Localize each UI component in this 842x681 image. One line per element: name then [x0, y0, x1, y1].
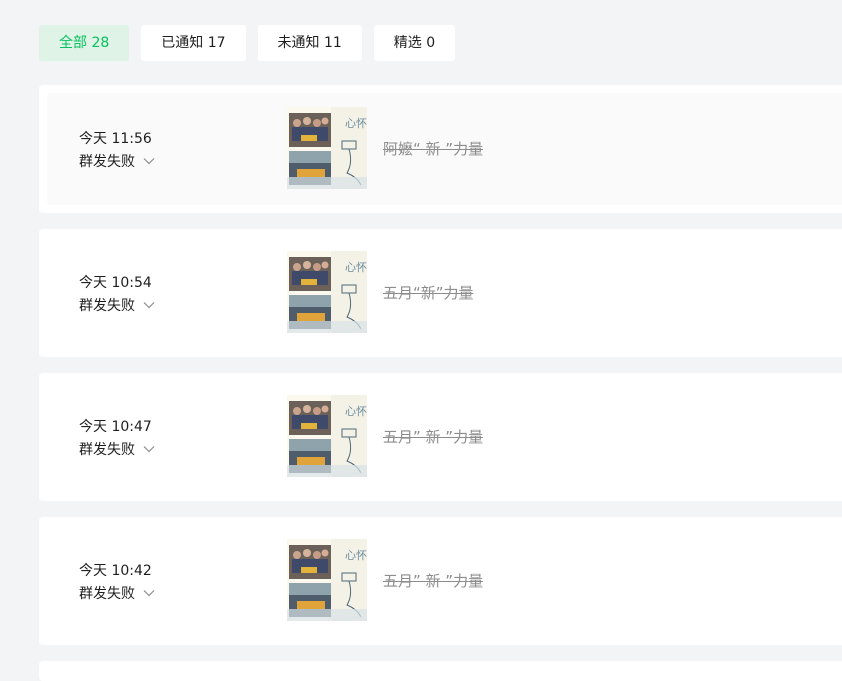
message-card[interactable]: 今天 11:56 群发失败 心怀 阿嬷“ 新 ”力量: [39, 85, 842, 213]
article-title[interactable]: 五月” 新 ”力量: [383, 570, 483, 591]
tab-featured[interactable]: 精选 0: [373, 25, 456, 61]
filter-tabs: 全部 28 已通知 17 未通知 11 精选 0: [39, 25, 467, 61]
thumbnail-image: 心怀: [287, 539, 367, 621]
message-time: 今天 10:42: [79, 563, 152, 579]
article-title[interactable]: 五月” 新 ”力量: [383, 426, 483, 447]
status-label: 群发失败: [79, 154, 135, 170]
message-time: 今天 10:54: [79, 275, 152, 291]
status-label: 群发失败: [79, 298, 135, 314]
status-dropdown[interactable]: 群发失败: [79, 151, 155, 171]
article-thumbnail[interactable]: 心怀: [287, 251, 367, 333]
chevron-down-icon: [143, 158, 155, 165]
thumbnail-image: 心怀: [287, 395, 367, 477]
thumbnail-text: 心怀: [345, 405, 367, 418]
message-time: 今天 10:47: [79, 419, 152, 435]
status-dropdown[interactable]: 群发失败: [79, 295, 155, 315]
chevron-down-icon: [143, 446, 155, 453]
thumbnail-text: 心怀: [345, 117, 367, 130]
message-time: 今天 11:56: [79, 131, 152, 147]
article-title[interactable]: 阿嬷“ 新 ”力量: [383, 138, 483, 159]
message-card[interactable]: 今天 10:47 群发失败 心怀 五月” 新 ”力量: [39, 373, 842, 501]
chevron-down-icon: [143, 590, 155, 597]
thumbnail-text: 心怀: [345, 261, 367, 274]
thumbnail-image: 心怀: [287, 107, 367, 189]
status-label: 群发失败: [79, 442, 135, 458]
thumbnail-image: 心怀: [287, 251, 367, 333]
message-card[interactable]: 今天 10:42 群发失败 心怀 五月” 新 ”力量: [39, 517, 842, 645]
article-title[interactable]: 五月“新”力量: [383, 282, 474, 303]
message-list: 今天 11:56 群发失败 心怀 阿嬷“ 新 ”力量 今天 10:54 群发失败…: [39, 85, 842, 681]
tab-not-notified[interactable]: 未通知 11: [257, 25, 362, 61]
thumbnail-text: 心怀: [345, 549, 367, 562]
status-dropdown[interactable]: 群发失败: [79, 583, 155, 603]
article-thumbnail[interactable]: 心怀: [287, 395, 367, 477]
article-thumbnail[interactable]: 心怀: [287, 107, 367, 189]
tab-all[interactable]: 全部 28: [39, 25, 130, 61]
message-card[interactable]: [39, 661, 842, 681]
message-card[interactable]: 今天 10:54 群发失败 心怀 五月“新”力量: [39, 229, 842, 357]
chevron-down-icon: [143, 302, 155, 309]
tab-notified[interactable]: 已通知 17: [141, 25, 246, 61]
status-label: 群发失败: [79, 586, 135, 602]
article-thumbnail[interactable]: 心怀: [287, 539, 367, 621]
status-dropdown[interactable]: 群发失败: [79, 439, 155, 459]
